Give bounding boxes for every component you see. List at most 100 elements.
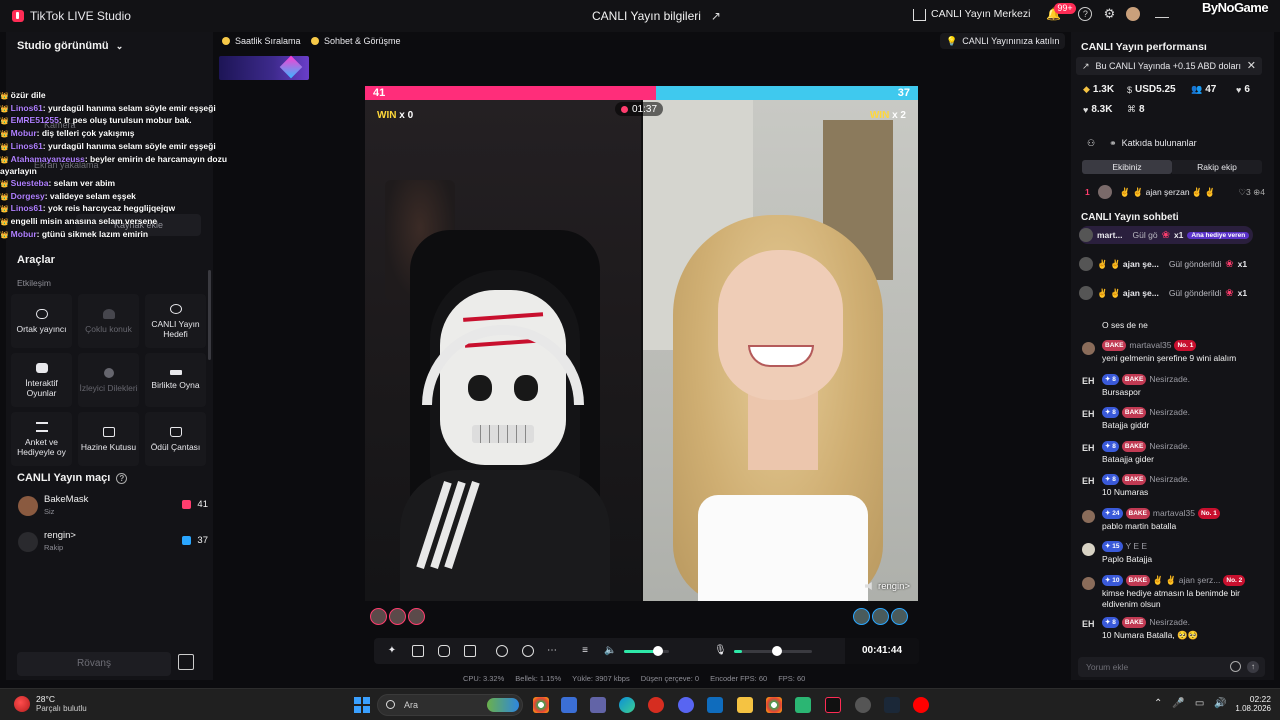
chrome-icon[interactable] (533, 697, 549, 713)
gift-row[interactable]: ✌ ✌ ajan şe... Gül gönderildi ❀ x1 (1079, 284, 1247, 302)
hourly-ranking-pill[interactable]: Saatlik Sıralama (222, 33, 301, 49)
multi-guest-button[interactable]: Çoklu konuk (78, 294, 139, 348)
edge-icon[interactable] (619, 697, 635, 713)
target-icon (169, 303, 182, 314)
avatar[interactable] (1082, 510, 1095, 523)
chat-username[interactable]: Nesirzade. (1149, 407, 1190, 418)
chat-username[interactable]: martaval35 (1129, 340, 1171, 351)
avatar[interactable]: EH (1082, 476, 1095, 489)
live-goal-button[interactable]: CANLI Yayın Hedefi (145, 294, 206, 348)
mic-knob[interactable] (771, 646, 782, 656)
rematch-button[interactable]: Rövanş (17, 652, 171, 676)
microphone-tray-icon[interactable]: 🎤 (1172, 698, 1184, 709)
interactive-games-button[interactable]: İnteraktif Oyunlar (11, 353, 72, 407)
event-banner-thumbnail[interactable] (219, 55, 309, 80)
join-live-pill[interactable]: 💡 CANLI Yayınınıza katılın (940, 33, 1066, 49)
mixer-settings-icon[interactable]: ≡ (579, 645, 591, 657)
volume-slider[interactable] (624, 646, 669, 656)
avatar[interactable]: EH (1082, 619, 1095, 632)
question-icon[interactable]: ? (116, 472, 128, 484)
store-icon[interactable] (561, 697, 577, 713)
treasure-box-button[interactable]: Hazine Kutusu (78, 412, 139, 466)
effects-icon[interactable] (438, 645, 450, 657)
co-host-button[interactable]: Ortak yayıncı (11, 294, 72, 348)
chat-username[interactable]: Nesirzade. (1149, 374, 1190, 385)
network-icon[interactable]: ▭ (1195, 698, 1204, 709)
reward-bag-button[interactable]: Ödül Çantası (145, 412, 206, 466)
discord-icon[interactable] (678, 697, 694, 713)
add-layer-icon[interactable] (464, 645, 476, 657)
opera-icon[interactable] (648, 697, 664, 713)
live-center-button[interactable]: CANLI Yayın Merkezi (913, 6, 1030, 21)
avatar[interactable] (1082, 342, 1095, 355)
camera-focus-icon[interactable] (522, 645, 534, 657)
steam-icon[interactable] (884, 697, 900, 713)
file-explorer-icon[interactable] (737, 697, 753, 713)
minimize-icon[interactable]: — (1155, 8, 1169, 24)
speaker-tray-icon[interactable]: 🔊 (1214, 698, 1226, 709)
mail-icon[interactable] (707, 697, 723, 713)
chat-username[interactable]: Nesirzade. (1149, 441, 1190, 452)
scene-switch-icon[interactable] (412, 645, 424, 657)
help-icon[interactable]: ? (1078, 6, 1093, 21)
contributor-rank-row[interactable]: 1 ✌ ✌ ajan şerzan ✌ ✌ ♡3 ⊕4 (1085, 185, 1265, 199)
avatar[interactable]: EH (1082, 376, 1095, 389)
gifter-avatar[interactable] (389, 608, 406, 625)
emoji-icon[interactable] (1230, 661, 1241, 672)
opponent-tag[interactable]: rengin> (865, 579, 910, 593)
chat-username[interactable]: martaval35 (1153, 508, 1195, 519)
tab-rival-team[interactable]: Rakip ekip (1172, 160, 1262, 174)
gifter-avatar[interactable] (891, 608, 908, 625)
bell-icon[interactable]: 🔔 99+ (1046, 2, 1076, 21)
exit-icon[interactable] (178, 654, 194, 670)
avatar[interactable] (1082, 577, 1095, 590)
settings-gear-icon[interactable]: ⚙ (1102, 6, 1116, 21)
magic-wand-icon[interactable]: ✦ (386, 645, 398, 657)
taskbar-search[interactable]: Ara (377, 694, 523, 716)
youtube-icon[interactable] (913, 697, 929, 713)
gift-row[interactable]: ✌ ✌ ajan şe... Gül gönderildi ❀ x1 (1079, 255, 1247, 273)
avatar[interactable] (1082, 543, 1095, 556)
clock[interactable]: 02:22 1.08.2026 (1231, 694, 1271, 713)
more-icon[interactable]: ⋯ (546, 645, 558, 657)
gifter-avatar[interactable] (872, 608, 889, 625)
play-together-button[interactable]: Birlikte Oyna (145, 353, 206, 407)
obs-icon[interactable] (855, 697, 871, 713)
teams-icon[interactable] (590, 697, 606, 713)
chat-call-pill[interactable]: Sohbet & Görüşme (311, 33, 401, 49)
studio-view-dropdown[interactable]: Studio görünümü ⌄ (17, 40, 123, 52)
live-info-link[interactable]: CANLI Yayın bilgileri ↗ (592, 9, 723, 23)
volume-knob[interactable] (652, 646, 663, 656)
close-icon[interactable]: ✕ (1247, 59, 1256, 72)
weather-widget[interactable]: 28°C Parçalı bulutlu (14, 694, 87, 713)
gift-row[interactable]: mart... Gül gö ❀ x1 Ana hediye veren (1079, 226, 1254, 244)
chat-username[interactable]: Nesirzade. (1149, 617, 1190, 628)
avatar[interactable]: EH (1082, 409, 1095, 422)
chat-message-text: Paplo Batajja (1102, 554, 1153, 564)
chevron-up-icon[interactable]: ⌃ (1154, 698, 1162, 709)
win-counter-left: WIN x 0 (377, 110, 413, 121)
record-icon[interactable] (496, 645, 508, 657)
chat-username[interactable]: ✌ ✌ ajan şerz... (1153, 575, 1220, 586)
left-scrollbar[interactable] (208, 270, 211, 360)
gifter-avatar[interactable] (408, 608, 425, 625)
app-icon[interactable] (795, 697, 811, 713)
windows-start-icon[interactable] (354, 697, 370, 713)
mic-slider[interactable] (734, 646, 812, 656)
gifter-avatar[interactable] (853, 608, 870, 625)
chrome-profile-icon[interactable] (766, 697, 782, 713)
comment-input[interactable]: Yorum ekle ↑ (1078, 657, 1265, 677)
profile-avatar[interactable] (1126, 6, 1141, 21)
chat-username[interactable]: Y E E (1126, 541, 1148, 552)
tiktok-studio-icon[interactable] (825, 697, 841, 713)
viewer-wishes-button[interactable]: İzleyici Dilekleri (78, 353, 139, 407)
gifter-avatar[interactable] (370, 608, 387, 625)
contributors-button[interactable]: ⚭ Katkıda bulunanlar (1109, 136, 1197, 150)
tab-our-team[interactable]: Ekibiniz (1082, 160, 1172, 174)
volume-icon[interactable]: 🔈 (604, 645, 616, 657)
poll-gift-vote-button[interactable]: Anket ve Hediyeyle oy (11, 412, 72, 466)
chat-username[interactable]: Nesirzade. (1149, 474, 1190, 485)
send-icon[interactable]: ↑ (1247, 661, 1259, 673)
avatar[interactable]: EH (1082, 443, 1095, 456)
microphone-icon[interactable]: 🎙 (714, 645, 727, 657)
